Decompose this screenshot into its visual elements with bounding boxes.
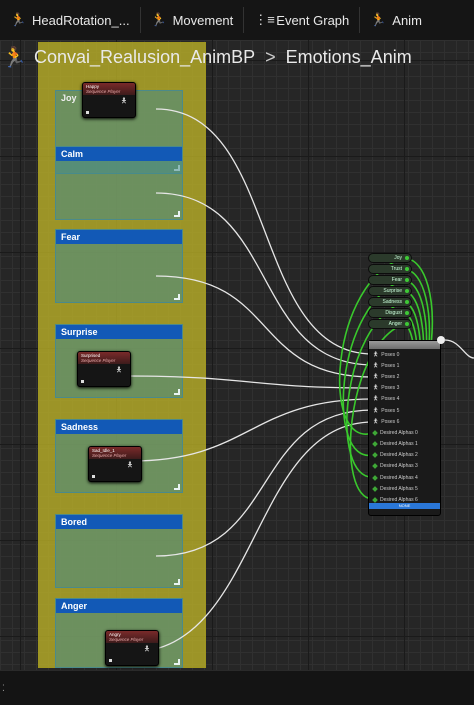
getter-joy[interactable]: Joy [368, 253, 412, 263]
graph-canvas[interactable]: Joy Calm Fear Surprise Sadness Bored Ang… [0, 40, 474, 670]
sequence-player-happy[interactable]: Happy Sequence Player 🯅 [82, 82, 136, 118]
tab-label: Anim [392, 12, 422, 28]
sequence-player-surprised[interactable]: Surprised Sequence Player 🯅 [77, 351, 131, 387]
alpha-pin-0[interactable]: Desired Alphas 0 [369, 427, 440, 438]
tab-label: Movement [172, 12, 234, 28]
pose-pin-icon[interactable]: 🯅 [121, 97, 127, 108]
node-header [369, 341, 440, 349]
pose-pin-icon[interactable]: 🯅 [144, 645, 150, 656]
event-graph-icon: ⋮≡ [254, 12, 275, 27]
pose-pin-0[interactable]: 🯅 Poses 0 [369, 349, 440, 360]
output-pose-pin-icon[interactable] [437, 336, 445, 344]
alpha-pin-3[interactable]: Desired Alphas 3 [369, 461, 440, 472]
running-figure-icon: 🏃 [150, 12, 167, 27]
running-figure-icon: 🏃 [10, 12, 27, 27]
status-bar: ⁚ [0, 670, 474, 705]
getter-anger[interactable]: Anger [368, 319, 412, 329]
grip-icon[interactable]: ⁚ [2, 683, 5, 694]
pose-pin-4[interactable]: 🯅 Poses 4 [369, 394, 440, 405]
breadcrumb-graph[interactable]: Emotions_Anim [286, 47, 412, 68]
tab-anim[interactable]: 🏃 Anim [360, 0, 432, 40]
node-dot-icon [86, 111, 89, 114]
wire-anger [130, 421, 374, 653]
sequence-player-sad-idle[interactable]: Sad_Idle_1 Sequence Player 🯅 [88, 446, 142, 482]
wire-bored [155, 409, 374, 557]
tab-label: Event Graph [276, 12, 350, 28]
getter-surprise[interactable]: Surprise [368, 286, 412, 296]
pose-pin-icon[interactable]: 🯅 [127, 461, 133, 472]
tab-label: HeadRotation_... [32, 12, 130, 28]
alpha-pin-2[interactable]: Desired Alphas 2 [369, 450, 440, 461]
breadcrumb-blueprint[interactable]: Convai_Realusion_AnimBP [34, 47, 255, 68]
pose-pin-5[interactable]: 🯅 Poses 5 [369, 405, 440, 416]
getter-disgust[interactable]: Disgust [368, 308, 412, 318]
pose-pin-1[interactable]: 🯅 Poses 1 [369, 360, 440, 371]
pose-pin-icon[interactable]: 🯅 [116, 366, 122, 377]
pose-pin-2[interactable]: 🯅 Poses 2 [369, 371, 440, 382]
wire-surprise [125, 375, 374, 389]
chevron-right-icon: > [265, 46, 276, 67]
node-subtitle: Sequence Player [81, 358, 116, 364]
blend-poses-node[interactable]: 🯅 Poses 0 🯅 Poses 1 🯅 Poses 2 🯅 Poses 3 🯅 Pos… [368, 340, 441, 516]
pose-pin-3[interactable]: 🯅 Poses 3 [369, 383, 440, 394]
getter-sadness[interactable]: Sadness [368, 297, 412, 307]
tab-bar: 🏃 HeadRotation_... 🏃 Movement ⋮≡ Event G… [0, 0, 474, 40]
tab-head-rotation[interactable]: 🏃 HeadRotation_... [0, 0, 140, 40]
node-dot-icon [81, 380, 84, 383]
alpha-pin-5[interactable]: Desired Alphas 5 [369, 483, 440, 494]
breadcrumb: 🏃 Convai_Realusion_AnimBP > Emotions_Ani… [0, 42, 412, 72]
alpha-pin-1[interactable]: Desired Alphas 1 [369, 439, 440, 450]
tab-event-graph[interactable]: ⋮≡ Event Graph [244, 0, 359, 40]
node-subtitle: Sequence Player [86, 89, 121, 95]
wire-joy [155, 108, 374, 355]
running-figure-icon: 🏃 [2, 46, 27, 69]
getter-trust[interactable]: Trust [368, 264, 412, 274]
pose-pin-6[interactable]: 🯅 Poses 6 [369, 416, 440, 427]
sequence-player-angry[interactable]: Angry Sequence Player 🯅 [105, 630, 159, 666]
output-wire [444, 339, 474, 359]
running-figure-icon: 🏃 [370, 12, 387, 27]
getter-fear[interactable]: Fear [368, 275, 412, 285]
node-subtitle: Sequence Player [109, 637, 144, 643]
node-footer: NONE [369, 503, 440, 509]
node-subtitle: Sequence Player [92, 453, 127, 459]
node-dot-icon [109, 659, 112, 662]
node-dot-icon [92, 475, 95, 478]
tab-movement[interactable]: 🏃 Movement [141, 0, 244, 40]
alpha-pin-4[interactable]: Desired Alphas 4 [369, 472, 440, 483]
